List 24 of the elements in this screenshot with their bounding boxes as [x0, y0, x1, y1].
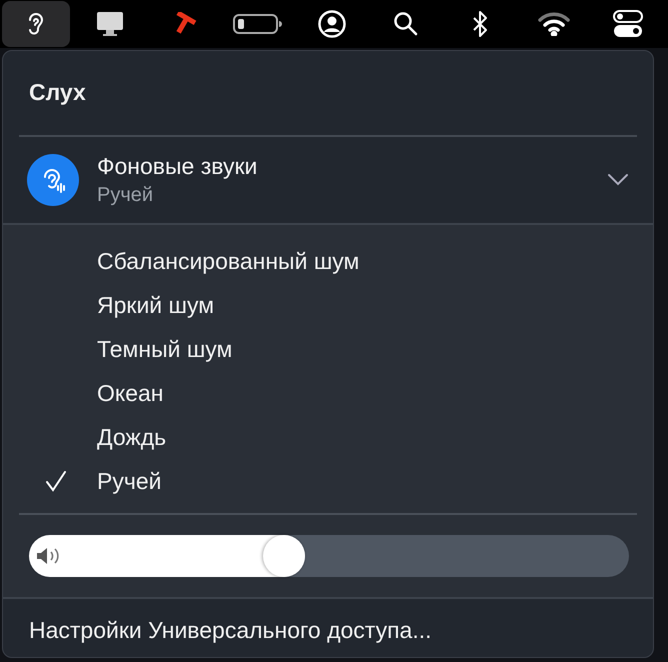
menu-option[interactable]: Дождь [97, 424, 166, 450]
search-icon [393, 11, 419, 37]
item-subtitle: Ручей [97, 184, 154, 207]
menu-option[interactable]: Океан [97, 380, 164, 406]
bluetooth-icon [472, 10, 488, 38]
menu-option[interactable]: Яркий шум [97, 292, 214, 318]
panel-title: Слух [28, 78, 87, 107]
user-icon [318, 10, 346, 38]
wifi-icon [538, 12, 570, 36]
ear-icon [26, 11, 46, 37]
volume-slider[interactable] [29, 535, 629, 577]
accessibility-settings-link[interactable]: Настройки Универсального доступа... [3, 599, 653, 644]
control-center-icon [613, 10, 643, 38]
menu-option[interactable]: Темный шум [97, 336, 232, 362]
battery-icon [233, 13, 283, 35]
menu-bar-item[interactable] [2, 1, 70, 47]
slider-thumb[interactable] [263, 535, 305, 577]
hearing-icon [27, 154, 79, 206]
chevron-icon[interactable] [607, 173, 629, 187]
display-icon [96, 11, 124, 37]
background-sounds-row[interactable]: Фоновые звуки Ручей [3, 137, 653, 223]
item-title: Фоновые звуки [97, 153, 258, 180]
menu-option[interactable]: Ручей [97, 468, 162, 494]
menu-option[interactable]: Сбалансированный шум [97, 248, 360, 274]
